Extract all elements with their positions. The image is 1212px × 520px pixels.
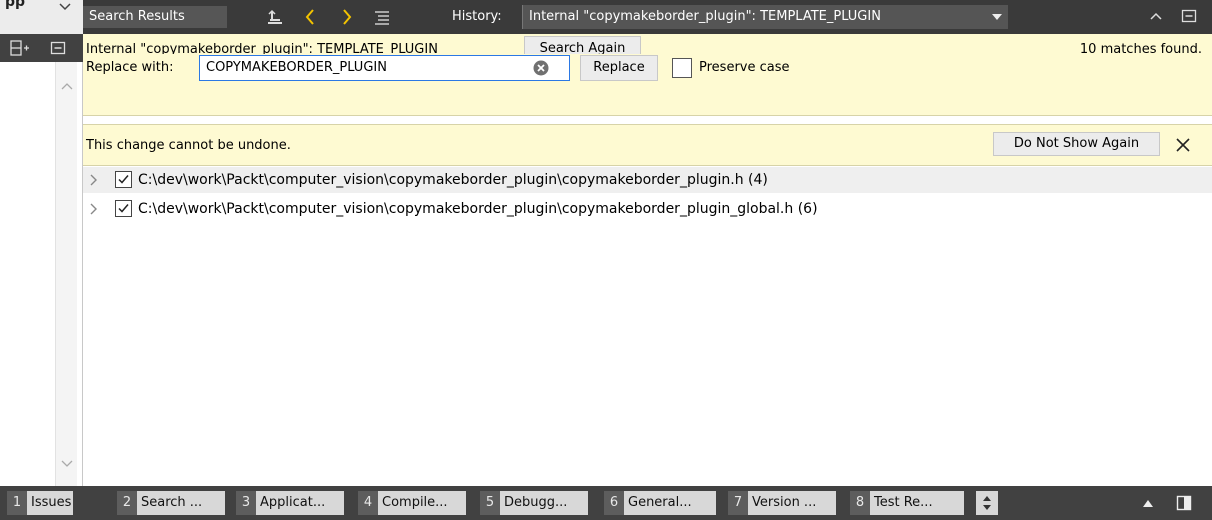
split-add-icon[interactable]	[10, 40, 30, 56]
minimize-panel-icon[interactable]	[1181, 9, 1197, 23]
history-dropdown[interactable]: Internal "copymakeborder_plugin": TEMPLA…	[522, 5, 1008, 29]
left-sidebar-strip: pp	[0, 0, 83, 520]
result-file-path: C:\dev\work\Packt\computer_vision\copyma…	[138, 201, 818, 217]
output-tab-search[interactable]: 2 Search ...	[117, 491, 225, 515]
left-scrollbar[interactable]	[55, 62, 77, 486]
dropdown-arrow-icon	[992, 14, 1002, 20]
replace-input-value: COPYMAKEBORDER_PLUGIN	[206, 60, 387, 75]
tab-label: Test Re...	[870, 491, 964, 515]
panel-title: Search Results	[83, 6, 227, 28]
tab-number: 1	[7, 491, 27, 515]
chevron-left-icon[interactable]	[303, 8, 317, 26]
triangle-up-icon[interactable]	[1142, 498, 1154, 508]
history-selected-value: Internal "copymakeborder_plugin": TEMPLA…	[529, 9, 881, 24]
tab-number: 8	[850, 491, 870, 515]
preserve-case-checkbox[interactable]	[672, 58, 692, 78]
tab-number: 7	[728, 491, 748, 515]
result-row[interactable]: C:\dev\work\Packt\computer_vision\copyma…	[83, 167, 1212, 193]
tab-label: General...	[624, 491, 716, 515]
tab-number: 6	[604, 491, 624, 515]
toggle-sidebar-icon[interactable]	[1176, 495, 1192, 511]
output-tab-general[interactable]: 6 General...	[604, 491, 716, 515]
tab-label: Issues	[27, 491, 73, 515]
search-results-tree: C:\dev\work\Packt\computer_vision\copyma…	[83, 167, 1212, 486]
checkmark-icon	[118, 175, 129, 184]
chevron-right-icon[interactable]	[340, 8, 354, 26]
up-down-arrows-icon	[983, 496, 991, 510]
output-pane-tabbar: 1 Issues 2 Search ... 3 Applicat... 4 Co…	[0, 486, 1212, 520]
expand-all-icon[interactable]	[265, 8, 285, 26]
output-tab-application[interactable]: 3 Applicat...	[236, 491, 344, 515]
scroll-up-icon[interactable]	[61, 82, 73, 90]
undo-warning-bar: This change cannot be undone. Do Not Sho…	[83, 124, 1212, 166]
chevron-right-icon[interactable]	[89, 203, 97, 215]
output-tab-debugger[interactable]: 5 Debugg...	[480, 491, 588, 515]
output-tab-issues[interactable]: 1 Issues	[7, 491, 73, 515]
tab-number: 2	[117, 491, 137, 515]
tab-label: Compile...	[378, 491, 466, 515]
replace-input[interactable]: COPYMAKEBORDER_PLUGIN	[199, 55, 570, 81]
output-tab-compile[interactable]: 4 Compile...	[358, 491, 466, 515]
preserve-case-label: Preserve case	[699, 60, 790, 75]
history-label: History:	[452, 9, 502, 24]
result-file-path: C:\dev\work\Packt\computer_vision\copyma…	[138, 172, 768, 188]
close-icon[interactable]	[1175, 137, 1191, 153]
chevron-down-icon[interactable]	[58, 2, 72, 12]
checkmark-icon	[118, 204, 129, 213]
do-not-show-again-button[interactable]: Do Not Show Again	[993, 132, 1160, 156]
result-row[interactable]: C:\dev\work\Packt\computer_vision\copyma…	[83, 196, 1212, 222]
tab-label: Debugg...	[500, 491, 588, 515]
replace-with-label: Replace with:	[86, 60, 174, 75]
tab-label: Applicat...	[256, 491, 344, 515]
chevron-up-icon[interactable]	[1149, 10, 1163, 22]
tab-number: 5	[480, 491, 500, 515]
tab-number: 3	[236, 491, 256, 515]
scroll-down-icon[interactable]	[61, 460, 73, 468]
minimize-panel-icon[interactable]	[50, 41, 66, 55]
list-icon[interactable]	[373, 8, 391, 26]
output-tab-version[interactable]: 7 Version ...	[728, 491, 836, 515]
tab-label: Version ...	[748, 491, 836, 515]
search-bar-top: Internal "copymakeborder_plugin": TEMPLA…	[83, 34, 1212, 62]
tab-number: 4	[358, 491, 378, 515]
replace-bar: Replace with: COPYMAKEBORDER_PLUGIN Repl…	[83, 54, 1212, 116]
tab-label: Search ...	[137, 491, 225, 515]
left-pp-label: pp	[5, 0, 26, 10]
output-tab-test-results[interactable]: 8 Test Re...	[850, 491, 964, 515]
replace-button[interactable]: Replace	[580, 55, 658, 81]
search-results-titlebar: Search Results History: Internal "copyma…	[83, 0, 1212, 34]
more-tabs-button[interactable]	[976, 491, 998, 515]
clear-icon[interactable]	[533, 60, 549, 76]
chevron-right-icon[interactable]	[89, 174, 97, 186]
result-checkbox[interactable]	[115, 200, 132, 217]
result-checkbox[interactable]	[115, 171, 132, 188]
warning-text: This change cannot be undone.	[86, 138, 291, 153]
